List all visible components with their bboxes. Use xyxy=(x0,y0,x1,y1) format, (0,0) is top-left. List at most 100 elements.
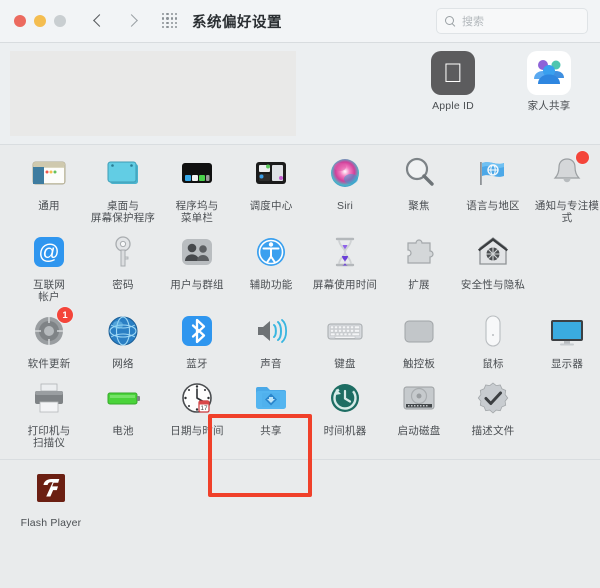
pref-dock-menubar[interactable]: 程序坞与 菜单栏 xyxy=(160,151,234,224)
pref-label: 辅助功能 xyxy=(249,279,293,291)
search-field[interactable]: 搜索 xyxy=(436,8,588,34)
pref-screen-time[interactable]: 屏幕使用时间 xyxy=(308,230,382,303)
pref-spotlight[interactable]: 聚焦 xyxy=(382,151,456,224)
pref-accessibility[interactable]: 辅助功能 xyxy=(234,230,308,303)
mouse-icon xyxy=(471,309,515,353)
pref-language-region[interactable]: 语言与地区 xyxy=(456,151,530,224)
pref-mouse[interactable]: 鼠标 xyxy=(456,309,530,370)
minimize-button[interactable] xyxy=(34,15,46,27)
internet-accounts-icon: @ xyxy=(27,230,71,274)
pref-users-groups[interactable]: 用户与群组 xyxy=(160,230,234,303)
sharing-icon xyxy=(249,376,293,420)
pref-bluetooth[interactable]: 蓝牙 xyxy=(160,309,234,370)
svg-text:17: 17 xyxy=(200,405,208,412)
pref-general[interactable]: 通用 xyxy=(12,151,86,224)
all-preferences-grid-icon[interactable] xyxy=(162,13,178,29)
printers-scanners-icon xyxy=(27,376,71,420)
mission-control-icon xyxy=(249,151,293,195)
keyboard-icon xyxy=(323,309,367,353)
sound-icon xyxy=(249,309,293,353)
pref-passwords[interactable]: 密码 xyxy=(86,230,160,303)
users-groups-icon xyxy=(175,230,219,274)
pref-label: 启动磁盘 xyxy=(397,425,441,437)
pref-sound[interactable]: 声音 xyxy=(234,309,308,370)
traffic-lights xyxy=(14,15,66,27)
pref-software-update[interactable]: 1 软件更新 xyxy=(12,306,86,370)
pref-label: Apple ID xyxy=(432,100,474,112)
pref-label: 程序坞与 菜单栏 xyxy=(175,200,219,224)
pref-label: 日期与时间 xyxy=(170,425,224,437)
pref-apple-id[interactable]:  Apple ID xyxy=(416,51,490,112)
notifications-focus-icon xyxy=(545,150,590,195)
search-icon xyxy=(445,15,456,27)
family-sharing-icon xyxy=(527,51,571,95)
pref-label: 描述文件 xyxy=(471,425,515,437)
pref-siri[interactable]: Siri xyxy=(308,151,382,224)
pref-label: 电池 xyxy=(112,425,134,437)
pref-extensions[interactable]: 扩展 xyxy=(382,230,456,303)
preferences-row: 通用 桌面与 屏幕保护程序 程序坞与 菜单栏 调度中心 Siri 聚焦 语言与地… xyxy=(12,150,599,230)
forward-arrow-icon[interactable] xyxy=(125,15,138,28)
pref-trackpad[interactable]: 触控板 xyxy=(382,309,456,370)
siri-icon xyxy=(323,151,367,195)
pref-sharing[interactable]: 共享 xyxy=(234,376,308,449)
spotlight-icon xyxy=(397,151,441,195)
pref-security-privacy[interactable]: 安全性与隐私 xyxy=(456,230,530,303)
dock-menubar-icon xyxy=(175,151,219,195)
pref-label: 键盘 xyxy=(334,358,356,370)
close-button[interactable] xyxy=(14,15,26,27)
pref-network[interactable]: 网络 xyxy=(86,309,160,370)
pref-label: Flash Player xyxy=(20,517,82,529)
window-title: 系统偏好设置 xyxy=(192,14,282,31)
pref-label: 扩展 xyxy=(408,279,430,291)
pref-profiles[interactable]: 描述文件 xyxy=(456,376,530,449)
language-region-icon xyxy=(471,151,515,195)
battery-icon xyxy=(101,376,145,420)
pref-time-machine[interactable]: 时间机器 xyxy=(308,376,382,449)
pref-label: 用户与群组 xyxy=(170,279,224,291)
navigation-buttons xyxy=(92,15,138,28)
pref-label: 共享 xyxy=(260,425,282,437)
pref-label: 网络 xyxy=(112,358,134,370)
account-tiles:  Apple ID xyxy=(416,51,586,112)
passwords-icon xyxy=(101,230,145,274)
network-icon xyxy=(101,309,145,353)
apple-id-icon:  xyxy=(431,51,475,95)
pref-flash-player[interactable]: Flash Player xyxy=(14,468,88,529)
zoom-button[interactable] xyxy=(54,15,66,27)
general-icon xyxy=(27,151,71,195)
trackpad-icon xyxy=(397,309,441,353)
flash-player-icon xyxy=(29,468,73,512)
pref-label: Siri xyxy=(337,200,353,212)
pref-mission-control[interactable]: 调度中心 xyxy=(234,151,308,224)
pref-label: 桌面与 屏幕保护程序 xyxy=(90,200,156,224)
pref-notifications-focus[interactable]: 通知与专注模式 xyxy=(530,150,600,224)
pref-label: 软件更新 xyxy=(27,358,71,370)
pref-label: 蓝牙 xyxy=(186,358,208,370)
pref-label: 安全性与隐私 xyxy=(460,279,526,291)
extensions-icon xyxy=(397,230,441,274)
pref-keyboard[interactable]: 键盘 xyxy=(308,309,382,370)
back-arrow-icon[interactable] xyxy=(92,15,105,28)
pref-printers-scanners[interactable]: 打印机与 扫描仪 xyxy=(12,376,86,449)
bluetooth-icon xyxy=(175,309,219,353)
profiles-icon xyxy=(471,376,515,420)
pref-battery[interactable]: 电池 xyxy=(86,376,160,449)
preferences-row: @ 互联网 帐户 密码 用户与群组 辅助功能 屏幕使用时间 扩展 安全性与隐私 xyxy=(12,230,588,309)
pref-startup-disk[interactable]: 启动磁盘 xyxy=(382,376,456,449)
preferences-grid: 通用 桌面与 屏幕保护程序 程序坞与 菜单栏 调度中心 Siri 聚焦 语言与地… xyxy=(0,145,600,459)
pref-label: 打印机与 扫描仪 xyxy=(27,425,71,449)
startup-disk-icon xyxy=(397,376,441,420)
pref-family-sharing[interactable]: 家人共享 xyxy=(512,51,586,112)
pref-date-time[interactable]: 17 日期与时间 xyxy=(160,376,234,449)
pref-displays[interactable]: 显示器 xyxy=(530,309,600,370)
displays-icon xyxy=(545,309,589,353)
pref-label: 显示器 xyxy=(550,358,584,370)
time-machine-icon xyxy=(323,376,367,420)
notification-badge xyxy=(575,150,590,165)
pref-internet-accounts[interactable]: @ 互联网 帐户 xyxy=(12,230,86,303)
security-privacy-icon xyxy=(471,230,515,274)
svg-text:@: @ xyxy=(38,241,59,264)
pref-label: 聚焦 xyxy=(408,200,430,212)
pref-desktop-screensaver[interactable]: 桌面与 屏幕保护程序 xyxy=(86,151,160,224)
